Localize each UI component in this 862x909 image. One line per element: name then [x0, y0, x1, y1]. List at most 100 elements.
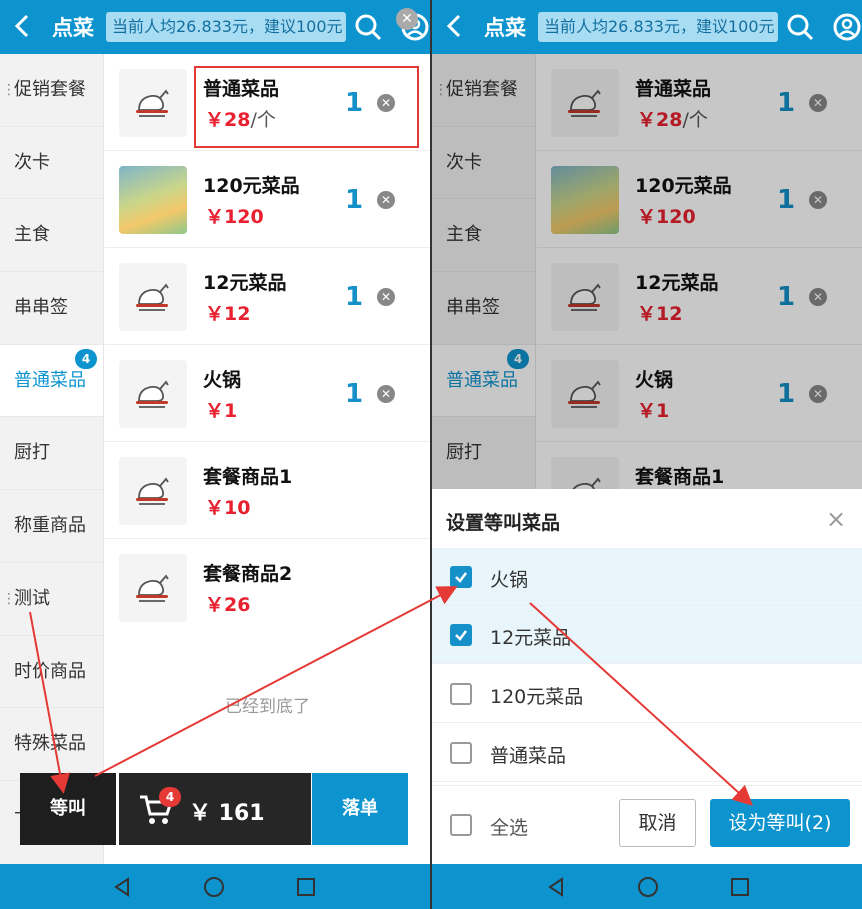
category-item[interactable]: 时价商品	[0, 636, 103, 709]
page-title: 点菜	[52, 16, 94, 40]
close-icon[interactable]: ×	[826, 507, 846, 531]
checkbox-unchecked[interactable]	[450, 683, 472, 705]
category-item[interactable]: 特殊菜品	[0, 708, 103, 781]
dialog-title: 设置等叫菜品	[446, 512, 561, 534]
cart-total: ￥ 161	[189, 801, 265, 826]
dish-item[interactable]: 套餐商品1 ￥10	[105, 442, 430, 539]
dish-item[interactable]: 套餐商品2 ￥26	[105, 539, 430, 636]
category-item[interactable]: ⋮ 测试	[0, 563, 103, 636]
user-profile-icon[interactable]	[832, 12, 862, 42]
cancel-button[interactable]: 取消	[619, 799, 696, 847]
wait-call-button[interactable]: 等叫	[20, 773, 116, 845]
category-label: 厨打	[14, 442, 50, 464]
category-label: 主食	[14, 224, 50, 246]
category-label: 测试	[14, 587, 50, 609]
checkbox-checked[interactable]	[450, 566, 472, 588]
checkbox-checked[interactable]	[450, 624, 472, 646]
back-arrow-icon[interactable]	[10, 11, 34, 41]
chicken-dish-icon	[119, 263, 187, 331]
category-item-active[interactable]: 普通菜品 4	[0, 344, 103, 418]
dish-item[interactable]: 火锅 ￥1 1 ✕	[105, 345, 430, 442]
nav-recent-icon[interactable]	[294, 875, 318, 899]
chicken-dish-icon	[119, 457, 187, 525]
nav-home-icon[interactable]	[636, 875, 660, 899]
option-label: 12元菜品	[490, 627, 572, 649]
dish-price: ￥1	[205, 396, 237, 423]
per-capita-notice: 当前人均26.833元，建议100元	[538, 12, 778, 42]
category-label: 特殊菜品	[14, 733, 86, 755]
nav-home-icon[interactable]	[202, 875, 226, 899]
category-item[interactable]: ⋮ 促销套餐	[0, 54, 103, 127]
category-item[interactable]: 次卡	[0, 127, 103, 200]
page-title: 点菜	[484, 16, 526, 40]
dish-name: 火锅	[203, 369, 242, 391]
category-label: 促销套餐	[14, 79, 86, 100]
select-all-label: 全选	[490, 817, 529, 839]
chicken-dish-icon	[119, 360, 187, 428]
chicken-dish-icon	[119, 554, 187, 622]
dish-photo	[119, 166, 187, 234]
set-wait-call-button[interactable]: 设为等叫(2)	[710, 799, 850, 847]
dish-price: ￥10	[205, 493, 250, 520]
dish-price: ￥12	[205, 299, 250, 326]
price-value: ￥12	[205, 303, 251, 325]
search-icon[interactable]	[354, 13, 382, 41]
drag-dots-icon: ⋮	[2, 590, 16, 607]
dish-item[interactable]: 12元菜品 ￥12 1 ✕	[105, 248, 430, 345]
category-item[interactable]: 称重商品	[0, 490, 103, 563]
dish-name: 120元菜品	[203, 175, 300, 197]
system-nav-bar	[432, 864, 862, 909]
order-screen: 点菜 当前人均26.833元，建议100元 ✕ ⋮ 促销套餐 次卡 主食 串串签 …	[0, 0, 430, 909]
search-icon[interactable]	[786, 13, 814, 41]
category-label: 串串签	[14, 297, 68, 319]
nav-recent-icon[interactable]	[728, 875, 752, 899]
annotation-highlight-box	[194, 66, 419, 148]
nav-back-icon[interactable]	[544, 875, 568, 899]
wait-call-dialog: 设置等叫菜品 × 火锅 12元菜品 120元菜品 普通菜品 全选 取消 设为等叫…	[432, 489, 862, 864]
top-bar: 点菜 当前人均26.833元，建议100元	[432, 0, 862, 54]
dialog-footer: 全选 取消 设为等叫(2)	[432, 785, 862, 864]
cart-summary[interactable]: 4 ￥ 161	[119, 773, 311, 845]
wait-option-row[interactable]: 普通菜品	[432, 724, 862, 782]
remove-icon[interactable]: ✕	[377, 191, 395, 209]
top-bar: 点菜 当前人均26.833元，建议100元 ✕	[0, 0, 430, 54]
dish-name: 套餐商品1	[203, 466, 293, 488]
system-nav-bar	[0, 864, 430, 909]
dish-price: ￥120	[205, 202, 264, 229]
dish-item[interactable]: 120元菜品 ￥120 1 ✕	[105, 151, 430, 248]
dish-quantity: 1	[345, 185, 364, 215]
option-label: 120元菜品	[490, 686, 584, 708]
checkbox-unchecked[interactable]	[450, 742, 472, 764]
close-circle-icon[interactable]: ✕	[396, 8, 418, 30]
back-arrow-icon[interactable]	[442, 11, 466, 41]
dish-quantity: 1	[345, 379, 364, 409]
remove-icon[interactable]: ✕	[377, 385, 395, 403]
category-item[interactable]: 厨打	[0, 417, 103, 491]
price-value: ￥1	[205, 400, 238, 422]
chicken-dish-icon	[119, 69, 187, 137]
wait-call-dialog-screen: 点菜 当前人均26.833元，建议100元 ⋮ 促销套餐 次卡 主食 串串签 普通…	[432, 0, 862, 909]
wait-option-row[interactable]: 120元菜品	[432, 665, 862, 723]
dish-list: 普通菜品 ￥28/个 1 ✕ 120元菜品 ￥120 1 ✕ 12元菜品 ￥12…	[105, 54, 430, 864]
category-item[interactable]: 串串签	[0, 272, 103, 345]
category-count-badge: 4	[75, 348, 97, 369]
nav-back-icon[interactable]	[110, 875, 134, 899]
per-capita-notice: 当前人均26.833元，建议100元	[106, 12, 346, 42]
select-all-checkbox[interactable]	[450, 814, 472, 836]
category-label: 时价商品	[14, 660, 86, 682]
category-sidebar: ⋮ 促销套餐 次卡 主食 串串签 普通菜品 4 厨打 称重商品 ⋮ 测试 时价商品 特…	[0, 54, 104, 864]
dish-price: ￥26	[205, 590, 250, 617]
dish-quantity: 1	[345, 282, 364, 312]
remove-icon[interactable]: ✕	[377, 288, 395, 306]
category-label: 普通菜品	[14, 369, 86, 391]
category-label: 称重商品	[14, 515, 86, 537]
category-label: 次卡	[14, 151, 50, 173]
price-value: ￥10	[205, 497, 251, 519]
list-end-text: 已经到底了	[225, 697, 310, 717]
place-order-button[interactable]: 落单	[312, 773, 408, 845]
wait-option-row[interactable]: 12元菜品	[432, 606, 862, 664]
wait-option-row[interactable]: 火锅	[432, 548, 862, 606]
price-value: ￥26	[205, 594, 251, 616]
category-item[interactable]: 主食	[0, 199, 103, 273]
price-value: ￥120	[205, 206, 264, 228]
